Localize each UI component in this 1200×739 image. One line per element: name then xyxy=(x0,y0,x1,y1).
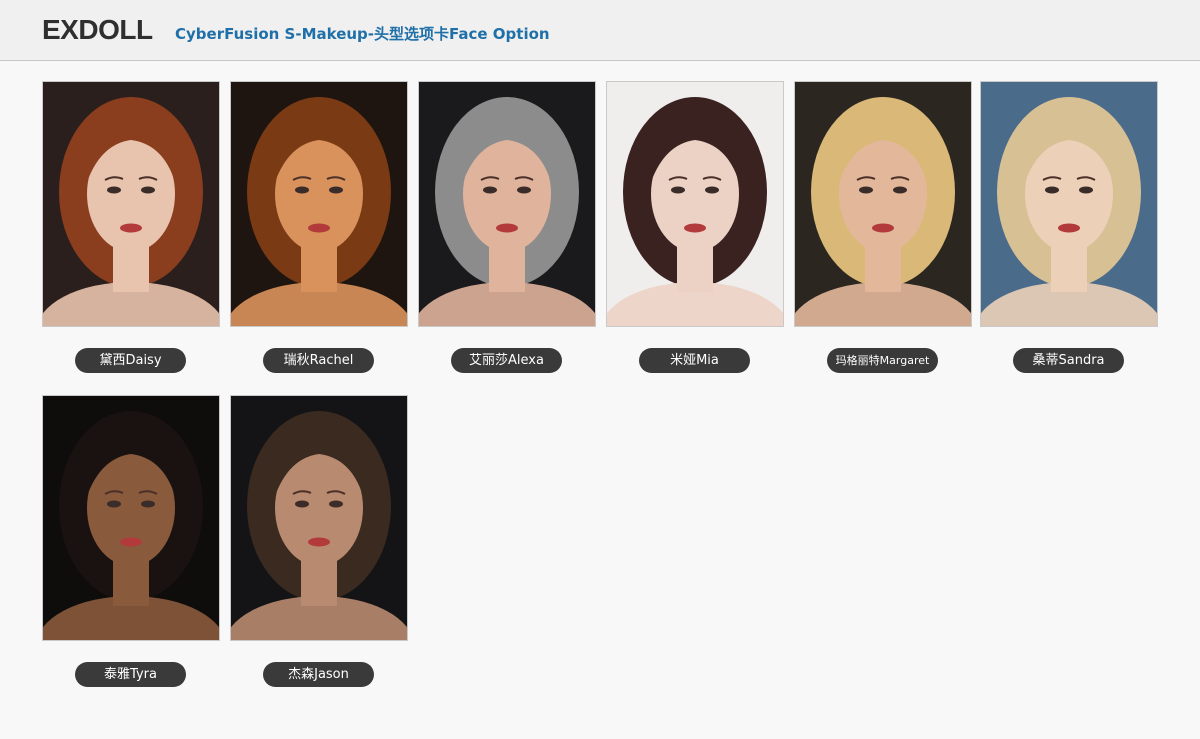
face-name-label[interactable]: 桑蒂Sandra xyxy=(1013,348,1124,373)
face-name-label[interactable]: 泰雅Tyra xyxy=(75,662,186,687)
face-photo[interactable] xyxy=(230,81,408,327)
face-name-label[interactable]: 杰森Jason xyxy=(263,662,374,687)
face-photo[interactable] xyxy=(794,81,972,327)
header: EXDOLL CyberFusion S-Makeup-头型选项卡Face Op… xyxy=(0,0,1200,61)
face-photo[interactable] xyxy=(606,81,784,327)
face-name-label[interactable]: 米娅Mia xyxy=(639,348,750,373)
face-name-label[interactable]: 艾丽莎Alexa xyxy=(451,348,562,373)
face-photo[interactable] xyxy=(230,395,408,641)
face-name-label[interactable]: 瑞秋Rachel xyxy=(263,348,374,373)
face-photo[interactable] xyxy=(42,395,220,641)
exdoll-logo[interactable]: EXDOLL xyxy=(42,14,153,46)
face-name-label[interactable]: 黛西Daisy xyxy=(75,348,186,373)
page-title: CyberFusion S-Makeup-头型选项卡Face Option xyxy=(175,25,550,43)
face-photo[interactable] xyxy=(418,81,596,327)
face-photo[interactable] xyxy=(42,81,220,327)
face-photo[interactable] xyxy=(980,81,1158,327)
face-name-label[interactable]: 玛格丽特Margaret xyxy=(827,348,938,373)
